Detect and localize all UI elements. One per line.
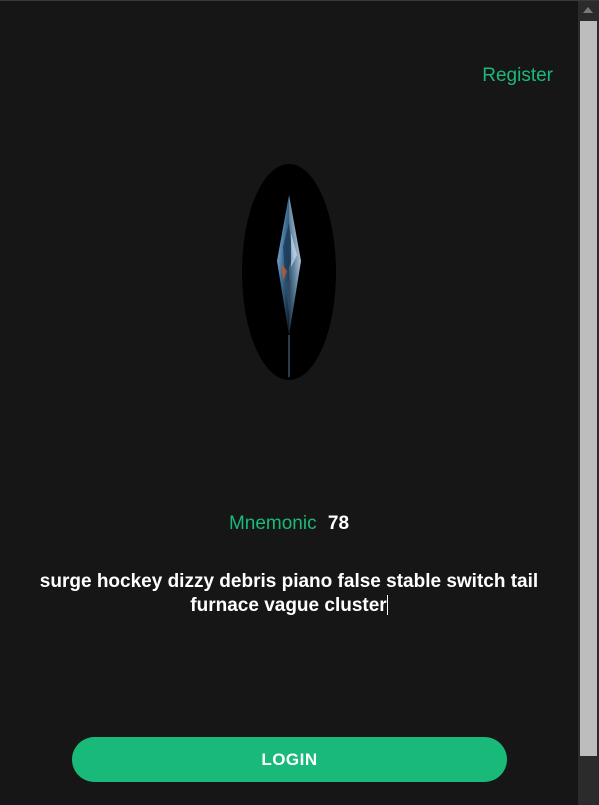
- app-window: Register Mnemonic 78 surge hockey dizzy …: [0, 0, 599, 805]
- mnemonic-phrase: surge hockey dizzy debris piano false st…: [39, 571, 539, 616]
- mnemonic-input[interactable]: surge hockey dizzy debris piano false st…: [30, 570, 548, 618]
- register-link[interactable]: Register: [482, 65, 553, 87]
- mnemonic-header: Mnemonic 78: [0, 513, 578, 535]
- mnemonic-word-count: 78: [327, 513, 350, 534]
- mnemonic-label: Mnemonic: [228, 513, 317, 534]
- vertical-scrollbar[interactable]: [578, 1, 599, 805]
- login-view: Register Mnemonic 78 surge hockey dizzy …: [0, 1, 578, 805]
- scroll-up-icon[interactable]: [583, 7, 593, 13]
- scrollbar-thumb[interactable]: [580, 21, 597, 756]
- text-caret: [386, 595, 388, 615]
- login-button[interactable]: LOGIN: [72, 737, 507, 782]
- crystal-logo-icon: [241, 163, 337, 381]
